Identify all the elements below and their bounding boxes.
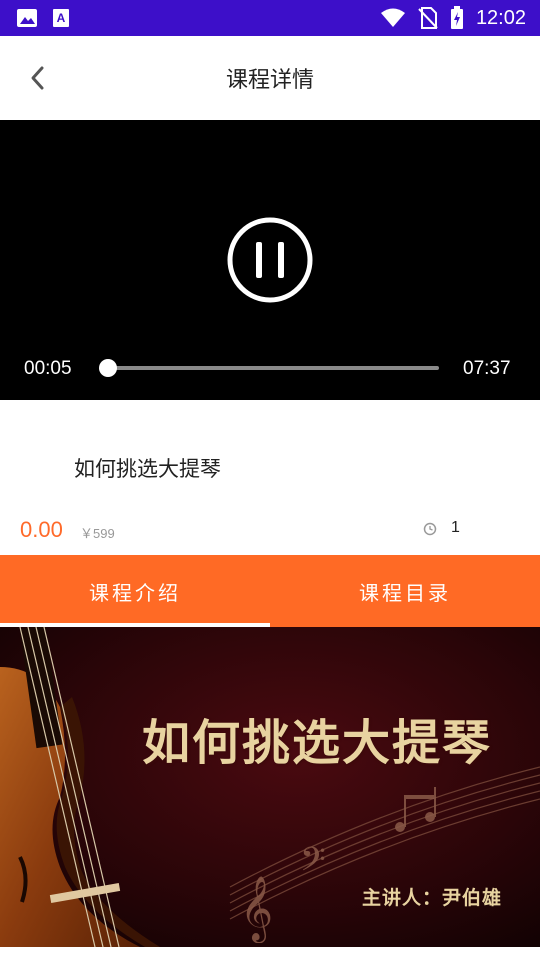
pause-icon [227,217,313,303]
text-a-icon: A [52,8,70,28]
back-button[interactable] [18,58,58,98]
clock-icon [423,522,437,536]
course-title: 如何挑选大提琴 [74,457,221,481]
app-bar: 课程详情 [0,36,540,120]
status-right: 12:02 [380,6,526,30]
wifi-icon [380,8,406,28]
original-price: ￥599 [80,526,115,541]
banner-lecturer: 主讲人：尹伯雄 [362,887,503,909]
no-sim-icon [418,7,438,29]
tab-course-intro[interactable]: 课程介绍 [0,555,270,627]
status-time: 12:02 [475,6,526,29]
course-banner: 𝄞 𝄢 如何挑选大提琴 主讲人：尹伯雄 [0,627,540,947]
lesson-count: 1 [451,519,460,536]
chevron-left-icon [31,66,44,90]
svg-text:𝄢: 𝄢 [300,841,326,887]
progress-thumb[interactable] [98,359,117,377]
status-left: A [16,8,70,28]
current-price: 0.00 [20,517,63,542]
status-bar: A 12:02 [0,0,540,36]
svg-text:𝄞: 𝄞 [240,876,273,943]
battery-charging-icon [450,6,464,30]
page-title: 课程详情 [225,68,314,93]
current-time: 00:05 [24,358,72,379]
svg-text:A: A [57,11,66,25]
image-icon [16,8,38,28]
total-time: 07:37 [463,358,511,379]
pause-button[interactable] [227,217,313,303]
tab-course-catalog[interactable]: 课程目录 [270,555,540,627]
tab-bar: 课程介绍 课程目录 [0,555,540,627]
progress-bar[interactable] [98,359,439,377]
banner-title: 如何挑选大提琴 [142,715,493,771]
video-player[interactable]: 00:05 07:37 [0,120,540,400]
